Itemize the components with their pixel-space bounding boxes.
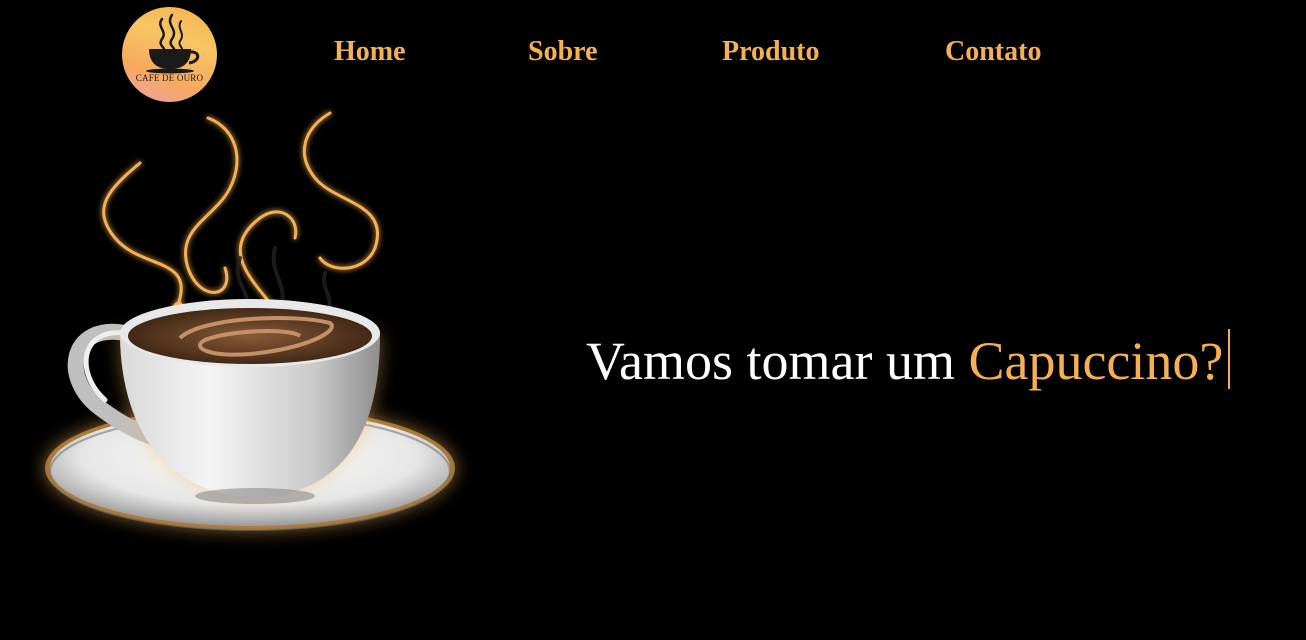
logo[interactable]: CAFE DE OURO — [122, 7, 217, 102]
coffee-cup-icon — [146, 13, 200, 74]
navbar: CAFE DE OURO Home Sobre Produto Contato — [0, 0, 1306, 110]
nav-contato-link[interactable]: Contato — [945, 36, 1041, 68]
hero-coffee-image — [30, 108, 500, 548]
headline-prefix: Vamos tomar um — [586, 331, 969, 391]
logo-text: CAFE DE OURO — [135, 73, 204, 83]
hero-headline: Vamos tomar um Capuccino? — [586, 328, 1231, 394]
page: CAFE DE OURO Home Sobre Produto Contato — [0, 0, 1306, 640]
nav-produto-link[interactable]: Produto — [722, 36, 820, 68]
typing-cursor — [1228, 329, 1231, 389]
nav-home-link[interactable]: Home — [334, 36, 406, 68]
headline-accent: Capuccino? — [968, 331, 1224, 391]
nav-sobre-link[interactable]: Sobre — [528, 36, 598, 68]
